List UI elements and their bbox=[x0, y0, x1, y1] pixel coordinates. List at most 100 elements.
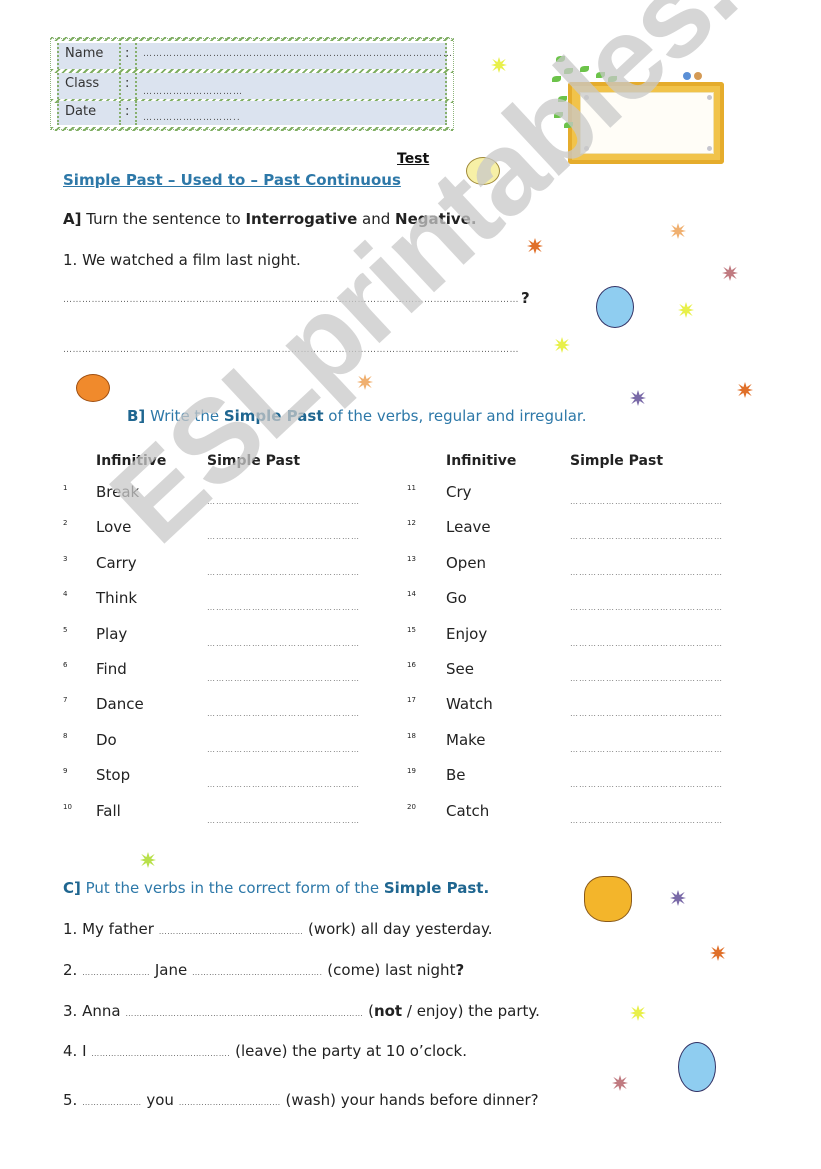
item-text: 4. I bbox=[63, 1042, 92, 1060]
simple-past-answer-blank[interactable]: …………………………………………… bbox=[207, 639, 360, 648]
simple-past-answer-blank[interactable]: …………………………………………… bbox=[207, 816, 360, 825]
infinitive-verb: Do bbox=[96, 731, 117, 749]
instruction-text: . bbox=[470, 210, 477, 228]
zigzag-border bbox=[51, 37, 453, 41]
infinitive-verb: Break bbox=[96, 483, 140, 501]
verb-number: 13 bbox=[407, 555, 416, 563]
simple-past-answer-blank[interactable]: …………………………………………… bbox=[207, 497, 360, 506]
simple-past-answer-blank[interactable]: …………………………………………… bbox=[570, 816, 723, 825]
date-label: Date bbox=[65, 104, 97, 119]
verb-number: 17 bbox=[407, 696, 416, 704]
simple-past-answer-blank[interactable]: …………………………………………… bbox=[570, 709, 723, 718]
star-icon bbox=[737, 382, 753, 398]
verb-number: 14 bbox=[407, 590, 416, 598]
answer-blank[interactable]: …………………… bbox=[82, 968, 150, 977]
simple-past-answer-blank[interactable]: …………………………………………… bbox=[570, 674, 723, 683]
verb-number: 15 bbox=[407, 626, 416, 634]
question-mark: ? bbox=[521, 289, 530, 307]
student-info-box: Name : ………………………………………………………………………………… C… bbox=[50, 37, 454, 131]
small-brown-bird-icon bbox=[694, 72, 702, 80]
section-b-instruction: B] Write the Simple Past of the verbs, r… bbox=[127, 407, 586, 425]
verb-number: 18 bbox=[407, 732, 416, 740]
star-icon bbox=[678, 302, 694, 318]
infinitive-verb: Leave bbox=[446, 518, 491, 536]
star-icon bbox=[670, 890, 686, 906]
instruction-text: of the verbs, regular and irregular. bbox=[323, 407, 587, 425]
col-infinitive-right: Infinitive bbox=[446, 453, 517, 469]
section-c-instruction: C] Put the verbs in the correct form of … bbox=[63, 879, 489, 897]
simple-past-answer-blank[interactable]: …………………………………………… bbox=[570, 568, 723, 577]
simple-past-answer-blank[interactable]: …………………………………………… bbox=[207, 709, 360, 718]
simple-past-answer-blank[interactable]: …………………………………………… bbox=[207, 603, 360, 612]
simple-past-answer-blank[interactable]: …………………………………………… bbox=[207, 532, 360, 541]
simple-past-answer-blank[interactable]: …………………………………………… bbox=[207, 568, 360, 577]
class-dots: ………………………… bbox=[143, 87, 243, 97]
star-icon bbox=[710, 945, 726, 961]
instruction-text: Write the bbox=[145, 407, 224, 425]
simple-past-label: Simple Past bbox=[383, 879, 484, 897]
simple-past-answer-blank[interactable]: …………………………………………… bbox=[207, 674, 360, 683]
exercise-c-item: 2. …………………… Jane ………………………………………. (come)… bbox=[63, 961, 464, 979]
star-icon bbox=[630, 1005, 646, 1021]
item-text: (work) all day yesterday. bbox=[303, 920, 493, 938]
star-icon bbox=[357, 374, 373, 390]
item-text: Jane bbox=[150, 961, 192, 979]
simple-past-answer-blank[interactable]: …………………………………………… bbox=[570, 497, 723, 506]
simple-past-label: Simple Past bbox=[223, 407, 324, 425]
owl-icon bbox=[584, 876, 632, 922]
class-field[interactable]: ………………………… bbox=[135, 73, 447, 99]
negative-answer-line[interactable]: …………………………………………………………………………………………………………… bbox=[63, 345, 518, 355]
name-row: Name : ………………………………………………………………………………… bbox=[57, 43, 453, 69]
simple-past-answer-blank[interactable]: …………………………………………… bbox=[570, 639, 723, 648]
question-mark: ? bbox=[455, 961, 465, 979]
item-text: ( bbox=[363, 1002, 374, 1020]
star-icon bbox=[612, 1075, 628, 1091]
instruction-text: Put the verbs in the correct form of the bbox=[80, 879, 384, 897]
infinitive-verb: Go bbox=[446, 589, 467, 607]
simple-past-answer-blank[interactable]: …………………………………………… bbox=[207, 745, 360, 754]
instruction-text: . bbox=[483, 879, 490, 897]
infinitive-verb: Think bbox=[96, 589, 138, 607]
col-simple-past-left: Simple Past bbox=[207, 453, 301, 469]
nail-icon bbox=[707, 146, 712, 151]
date-label-cell: Date bbox=[57, 101, 121, 125]
name-dots: ………………………………………………………………………………… bbox=[143, 49, 453, 59]
item-text: / enjoy) the party. bbox=[402, 1002, 540, 1020]
verb-number: 19 bbox=[407, 767, 416, 775]
name-field[interactable]: ………………………………………………………………………………… bbox=[135, 43, 453, 69]
simple-past-answer-blank[interactable]: …………………………………………… bbox=[570, 745, 723, 754]
answer-blank[interactable]: …………………………………………. bbox=[91, 1049, 230, 1058]
infinitive-verb: Catch bbox=[446, 802, 490, 820]
star-icon bbox=[722, 265, 738, 281]
verb-number: 3 bbox=[63, 555, 68, 563]
answer-blank[interactable]: ……………………………… bbox=[179, 1098, 281, 1107]
simple-past-answer-blank[interactable]: …………………………………………… bbox=[570, 532, 723, 541]
exercise-c-item: 3. Anna ………………………………………………………………………… (no… bbox=[63, 1002, 540, 1020]
interrogative-answer-line[interactable]: …………………………………………………………………………………………………………… bbox=[63, 295, 518, 305]
infinitive-verb: Cry bbox=[446, 483, 472, 501]
verb-number: 6 bbox=[63, 661, 68, 669]
star-icon bbox=[491, 57, 507, 73]
answer-blank[interactable]: ………………………………………. bbox=[192, 968, 323, 977]
standing-blue-bird-icon bbox=[678, 1042, 716, 1092]
answer-blank[interactable]: ………………… bbox=[82, 1098, 142, 1107]
simple-past-answer-blank[interactable]: …………………………………………… bbox=[570, 780, 723, 789]
verb-number: 11 bbox=[407, 484, 416, 492]
page-title: Simple Past – Used to – Past Continuous bbox=[63, 171, 401, 189]
infinitive-verb: Be bbox=[446, 766, 466, 784]
item-text: 3. Anna bbox=[63, 1002, 126, 1020]
answer-blank[interactable]: ………………………………………………………………………… bbox=[125, 1009, 363, 1018]
simple-past-answer-blank[interactable]: …………………………………………… bbox=[207, 780, 360, 789]
simple-past-answer-blank[interactable]: …………………………………………… bbox=[570, 603, 723, 612]
verb-number: 2 bbox=[63, 519, 68, 527]
section-a-marker: A] bbox=[63, 210, 82, 228]
negative-label: Negative bbox=[395, 210, 471, 228]
date-field[interactable]: ……………………….. bbox=[135, 101, 447, 125]
section-a-question: 1. We watched a film last night. bbox=[63, 251, 301, 269]
verb-number: 1 bbox=[63, 484, 68, 492]
answer-blank[interactable]: …………………………………………… bbox=[159, 927, 304, 936]
star-icon bbox=[670, 223, 686, 239]
nail-icon bbox=[584, 146, 589, 151]
nail-icon bbox=[707, 95, 712, 100]
item-text: (come) last night bbox=[322, 961, 456, 979]
